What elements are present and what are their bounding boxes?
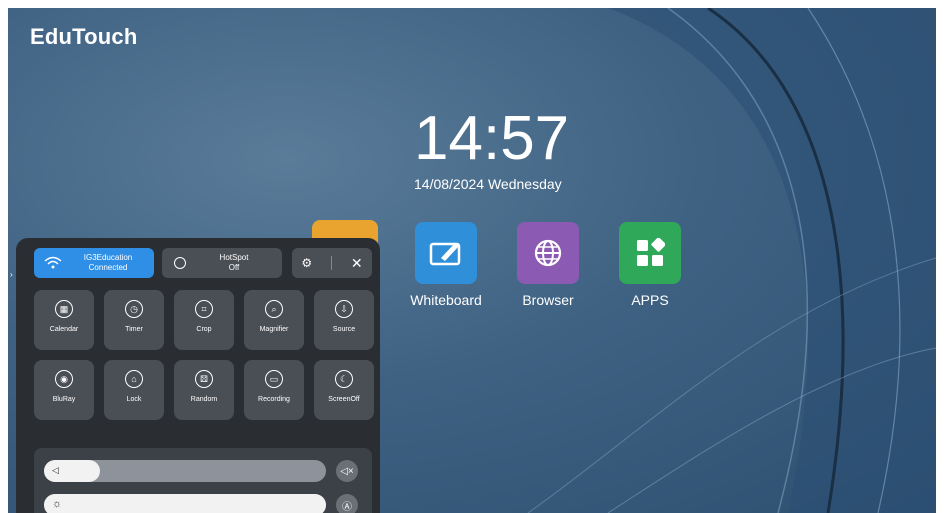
wifi-name: IG3Education	[83, 253, 133, 262]
brightness-slider[interactable]: ☼	[44, 494, 326, 513]
tool-label: Random	[190, 396, 218, 403]
tool-lock[interactable]: ⌂ Lock	[104, 360, 164, 420]
lock-icon: ⌂	[125, 370, 143, 388]
mute-icon[interactable]: ◁×	[336, 460, 358, 482]
tool-label: Calendar	[49, 326, 79, 333]
crop-icon: ⌗	[195, 300, 213, 318]
app-apps-label: APPS	[631, 292, 669, 308]
whiteboard-icon	[415, 222, 477, 284]
tool-timer[interactable]: ◷ Timer	[104, 290, 164, 350]
speaker-icon: ◁	[52, 465, 59, 475]
hotspot-toggle[interactable]: HotSpot Off	[162, 248, 282, 278]
app-apps[interactable]: APPS	[610, 222, 690, 308]
eye-icon: ◉	[55, 370, 73, 388]
tool-label: ScreenOff	[328, 396, 360, 403]
apps-grid-icon	[619, 222, 681, 284]
divider	[331, 256, 332, 270]
tool-bluray[interactable]: ◉ BluRay	[34, 360, 94, 420]
wifi-status: Connected	[88, 263, 128, 272]
hotspot-name: HotSpot	[219, 253, 249, 262]
wifi-toggle[interactable]: IG3Education Connected	[34, 248, 154, 278]
wifi-icon	[44, 256, 62, 269]
brand-logo: EduTouch	[30, 24, 138, 49]
chevron-left-icon[interactable]: ›	[10, 270, 13, 279]
hotspot-status: Off	[228, 263, 240, 272]
tool-crop[interactable]: ⌗ Crop	[174, 290, 234, 350]
hotspot-icon	[174, 257, 186, 269]
tool-random[interactable]: ⚄ Random	[174, 360, 234, 420]
timer-icon: ◷	[125, 300, 143, 318]
calendar-icon: ▦	[55, 300, 73, 318]
tool-label: BluRay	[52, 396, 76, 403]
tool-screenoff[interactable]: ☾ ScreenOff	[314, 360, 374, 420]
clock-date: 14/08/2024 Wednesday	[414, 176, 562, 192]
desktop: EduTouch 14:57 14/08/2024 Wednesday Whit…	[8, 8, 936, 513]
source-icon: ⇩	[335, 300, 353, 318]
tool-magnifier[interactable]: ⌕ Magnifier	[244, 290, 304, 350]
tool-label: Crop	[196, 326, 212, 333]
brightness-fill	[44, 494, 326, 513]
control-panel: IG3Education Connected HotSpot Off ⚙ ✕ ▦ Ca…	[16, 238, 380, 513]
close-icon[interactable]: ✕	[351, 255, 363, 272]
volume-slider[interactable]: ◁	[44, 460, 326, 482]
clock-time: 14:57	[414, 104, 570, 173]
app-browser-label: Browser	[522, 292, 574, 308]
camera-icon: ▭	[265, 370, 283, 388]
tool-source[interactable]: ⇩ Source	[314, 290, 374, 350]
tool-label: Recording	[258, 396, 290, 403]
auto-brightness-icon[interactable]: Ⓐ	[336, 494, 358, 513]
panel-actions: ⚙ ✕	[292, 248, 372, 278]
sun-icon: ☼	[52, 498, 63, 510]
tool-label: Magnifier	[259, 326, 289, 333]
tool-calendar[interactable]: ▦ Calendar	[34, 290, 94, 350]
app-whiteboard-label: Whiteboard	[410, 292, 482, 308]
app-browser[interactable]: Browser	[508, 222, 588, 308]
dice-icon: ⚄	[195, 370, 213, 388]
tool-label: Lock	[126, 396, 142, 403]
app-whiteboard[interactable]: Whiteboard	[406, 222, 486, 308]
tool-label: Source	[332, 326, 356, 333]
magnifier-icon: ⌕	[265, 300, 283, 318]
sliders-area: ◁ ◁× ☼ Ⓐ	[34, 448, 372, 513]
moon-icon: ☾	[335, 370, 353, 388]
tool-label: Timer	[125, 326, 143, 333]
globe-icon	[517, 222, 579, 284]
tool-recording[interactable]: ▭ Recording	[244, 360, 304, 420]
settings-icon[interactable]: ⚙	[301, 256, 312, 270]
